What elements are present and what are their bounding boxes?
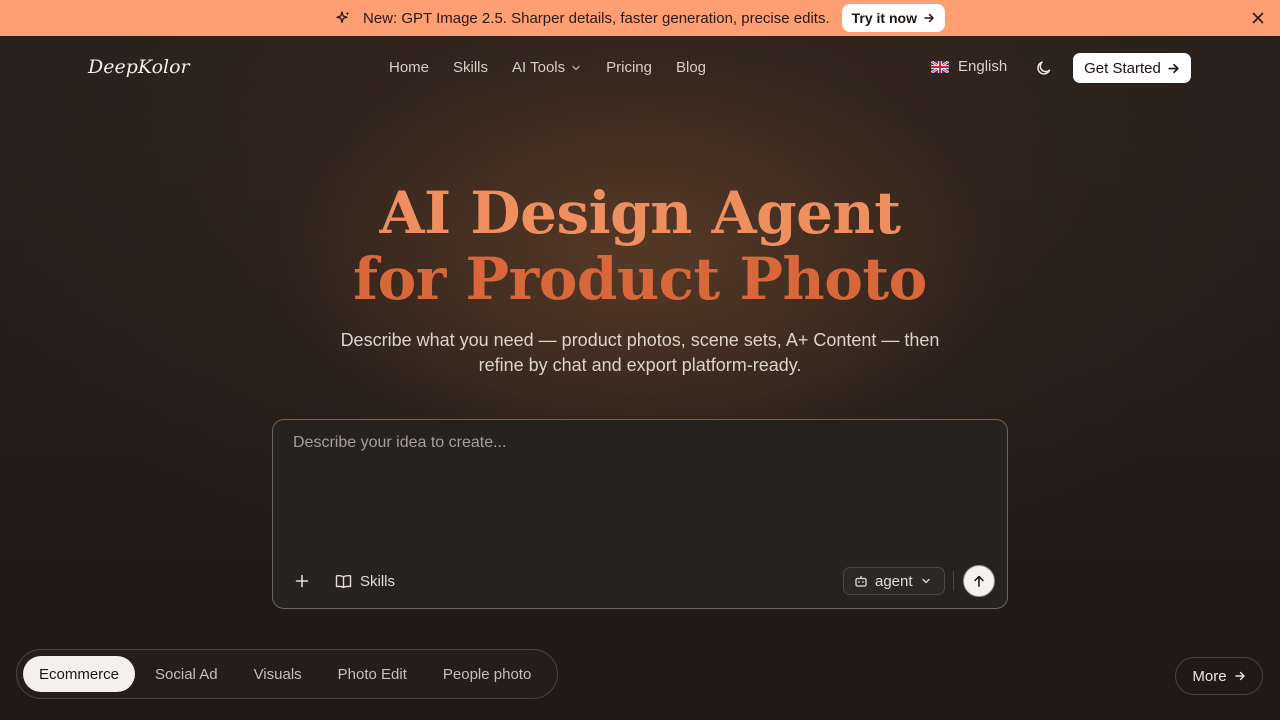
more-button-label: More <box>1192 667 1227 685</box>
book-open-icon <box>335 574 352 588</box>
close-icon[interactable] <box>1250 10 1266 26</box>
arrow-right-icon <box>1168 63 1179 73</box>
prompt-composer: Skills agent <box>272 419 1008 609</box>
get-started-label: Get Started <box>1084 59 1161 77</box>
chevron-down-icon <box>921 578 930 584</box>
prompt-input[interactable] <box>293 434 983 544</box>
nav-link-ai-tools[interactable]: AI Tools <box>512 59 582 76</box>
logo[interactable]: DeepKolor <box>88 56 190 78</box>
moon-icon[interactable] <box>1035 59 1053 77</box>
try-it-now-label: Try it now <box>851 10 917 26</box>
tab-visuals[interactable]: Visuals <box>238 656 318 692</box>
announcement-bar: New: GPT Image 2.5. Sharper details, fas… <box>0 0 1280 36</box>
nav-link-blog[interactable]: Blog <box>676 59 706 76</box>
try-it-now-button[interactable]: Try it now <box>841 4 945 32</box>
top-navigation: DeepKolor Home Skills AI Tools Pricing B… <box>0 36 1280 100</box>
arrow-right-icon <box>1234 671 1245 681</box>
robot-icon <box>855 576 867 587</box>
arrow-up-icon <box>974 575 984 587</box>
hero-subtitle: Describe what you need — product photos,… <box>340 330 940 375</box>
nav-link-pricing[interactable]: Pricing <box>606 59 652 76</box>
skills-button[interactable]: Skills <box>335 569 395 593</box>
nav-link-skills[interactable]: Skills <box>453 59 488 76</box>
tab-photo-edit[interactable]: Photo Edit <box>322 656 423 692</box>
language-label: English <box>958 58 1008 75</box>
mode-select-value: agent <box>875 572 913 590</box>
more-button[interactable]: More <box>1175 657 1263 695</box>
nav-link-home[interactable]: Home <box>389 59 429 76</box>
hero-title-line2: for Product Photo <box>353 245 927 313</box>
arrow-right-icon <box>924 13 934 23</box>
announcement-text: New: GPT Image 2.5. Sharper details, fas… <box>363 9 830 27</box>
sparkles-icon <box>336 11 350 24</box>
tab-people-photo[interactable]: People photo <box>427 656 547 692</box>
get-started-button[interactable]: Get Started <box>1073 53 1191 83</box>
category-tabs: Ecommerce Social Ad Visuals Photo Edit P… <box>16 649 559 699</box>
hero-title: AI Design Agent for Product Photo <box>0 180 1280 312</box>
plus-icon <box>295 574 309 588</box>
tab-social-ad[interactable]: Social Ad <box>139 656 234 692</box>
chevron-down-icon <box>572 65 580 70</box>
add-attachment-button[interactable] <box>291 570 313 592</box>
nav-links: Home Skills AI Tools Pricing Blog <box>389 59 706 76</box>
toolbar-divider <box>953 571 954 591</box>
skills-button-label: Skills <box>360 572 396 590</box>
nav-link-ai-tools-label: AI Tools <box>512 59 566 76</box>
hero-title-line1: AI Design Agent <box>379 179 901 247</box>
language-selector[interactable]: English <box>931 58 1007 75</box>
mode-select[interactable]: agent <box>843 567 945 595</box>
tab-ecommerce[interactable]: Ecommerce <box>23 656 136 692</box>
uk-flag-icon <box>931 60 949 73</box>
send-button[interactable] <box>963 565 995 597</box>
